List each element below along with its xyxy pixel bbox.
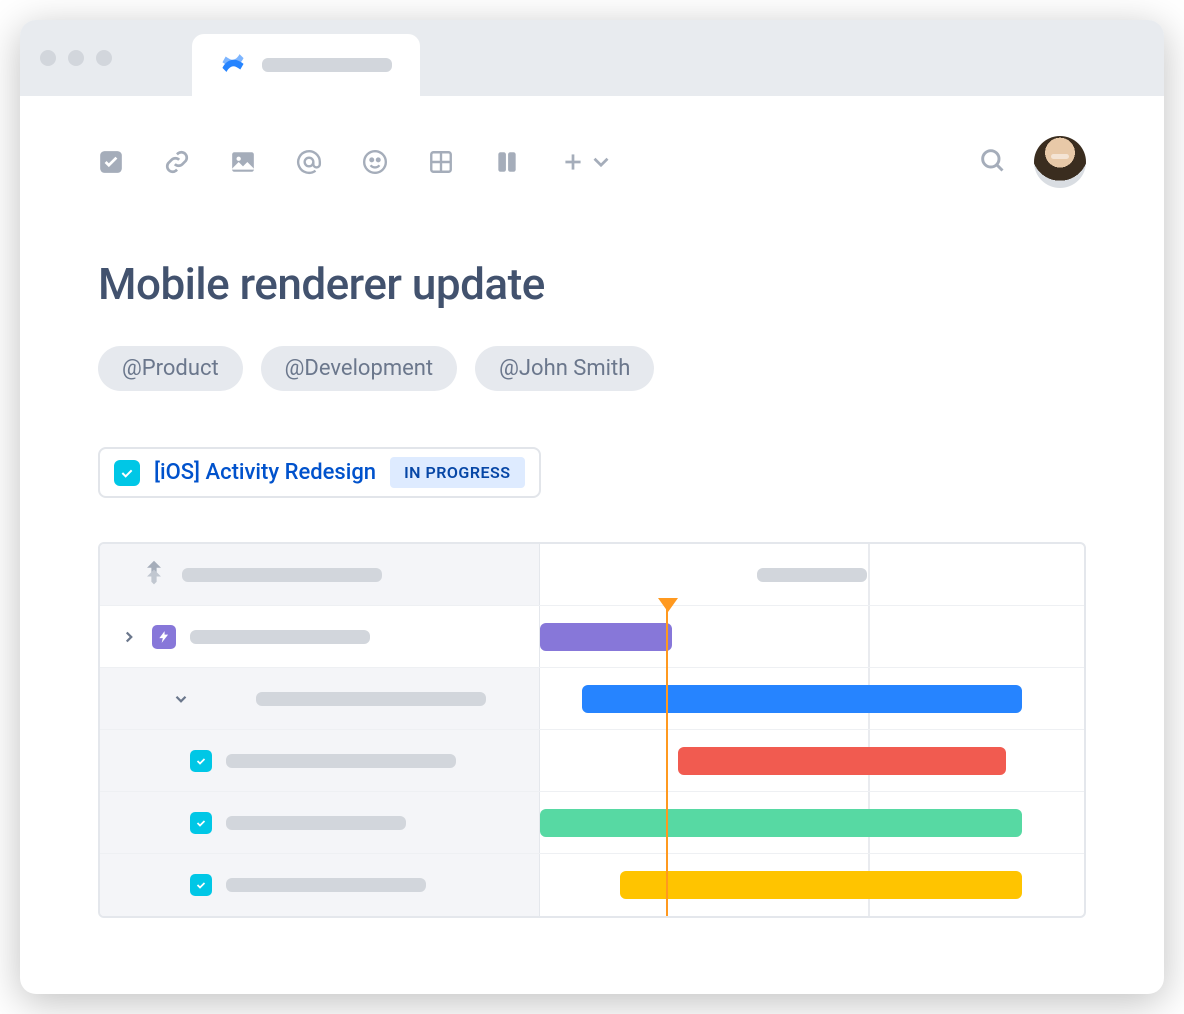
window-close[interactable] (40, 50, 56, 66)
task-label-placeholder (226, 878, 426, 892)
editor-toolbar (98, 136, 1086, 188)
gantt-bar-task[interactable] (540, 809, 1022, 837)
user-avatar[interactable] (1034, 136, 1086, 188)
gantt-bar-task[interactable] (678, 747, 1006, 775)
mention-icon[interactable] (296, 149, 322, 175)
gantt-epic-row[interactable] (100, 606, 1084, 668)
gantt-group-row[interactable] (100, 668, 1084, 730)
emoji-icon[interactable] (362, 149, 388, 175)
page-title: Mobile renderer update (98, 258, 1086, 310)
add-icon[interactable] (560, 149, 614, 175)
gantt-header-placeholder (182, 568, 382, 582)
chevron-down-icon[interactable] (172, 690, 190, 708)
gantt-bar-task[interactable] (620, 871, 1022, 899)
tab-title-placeholder (262, 58, 392, 72)
today-marker-icon (658, 598, 678, 612)
epic-label-placeholder (190, 630, 370, 644)
gantt-task-row[interactable] (100, 854, 1084, 916)
gantt-bar-story[interactable] (582, 685, 1022, 713)
task-label-placeholder (226, 816, 406, 830)
gantt-task-row[interactable] (100, 792, 1084, 854)
checkbox-icon[interactable] (98, 149, 124, 175)
window-maximize[interactable] (96, 50, 112, 66)
task-label-placeholder (226, 754, 456, 768)
gantt-header-row (100, 544, 1084, 606)
mention-chip-product[interactable]: @Product (98, 346, 243, 391)
search-icon[interactable] (978, 146, 1006, 178)
page-content: Mobile renderer update @Product @Develop… (20, 96, 1164, 918)
mention-chip-john-smith[interactable]: @John Smith (475, 346, 654, 391)
gantt-date-placeholder (757, 568, 867, 582)
group-label-placeholder (256, 692, 486, 706)
epic-icon (152, 625, 176, 649)
titlebar (20, 20, 1164, 96)
jira-ticket-card[interactable]: [iOS] Activity Redesign IN PROGRESS (98, 447, 541, 498)
task-check-icon (190, 874, 212, 896)
image-icon[interactable] (230, 149, 256, 175)
window-controls (40, 50, 112, 66)
task-check-icon (190, 812, 212, 834)
jira-icon (140, 559, 168, 591)
today-line (666, 606, 668, 916)
table-icon[interactable] (428, 149, 454, 175)
app-window: Mobile renderer update @Product @Develop… (20, 20, 1164, 994)
chevron-right-icon[interactable] (120, 628, 138, 646)
ticket-title: [iOS] Activity Redesign (154, 460, 376, 485)
task-type-icon (114, 460, 140, 486)
task-check-icon (190, 750, 212, 772)
columns-icon[interactable] (494, 149, 520, 175)
link-icon[interactable] (164, 149, 190, 175)
window-minimize[interactable] (68, 50, 84, 66)
browser-tab[interactable] (192, 34, 420, 96)
ticket-status-badge: IN PROGRESS (390, 457, 524, 488)
mention-chip-development[interactable]: @Development (261, 346, 457, 391)
confluence-icon (220, 50, 246, 80)
mention-chips: @Product @Development @John Smith (98, 346, 1086, 391)
roadmap-gantt (98, 542, 1086, 918)
gantt-bar-epic[interactable] (540, 623, 672, 651)
gantt-task-row[interactable] (100, 730, 1084, 792)
